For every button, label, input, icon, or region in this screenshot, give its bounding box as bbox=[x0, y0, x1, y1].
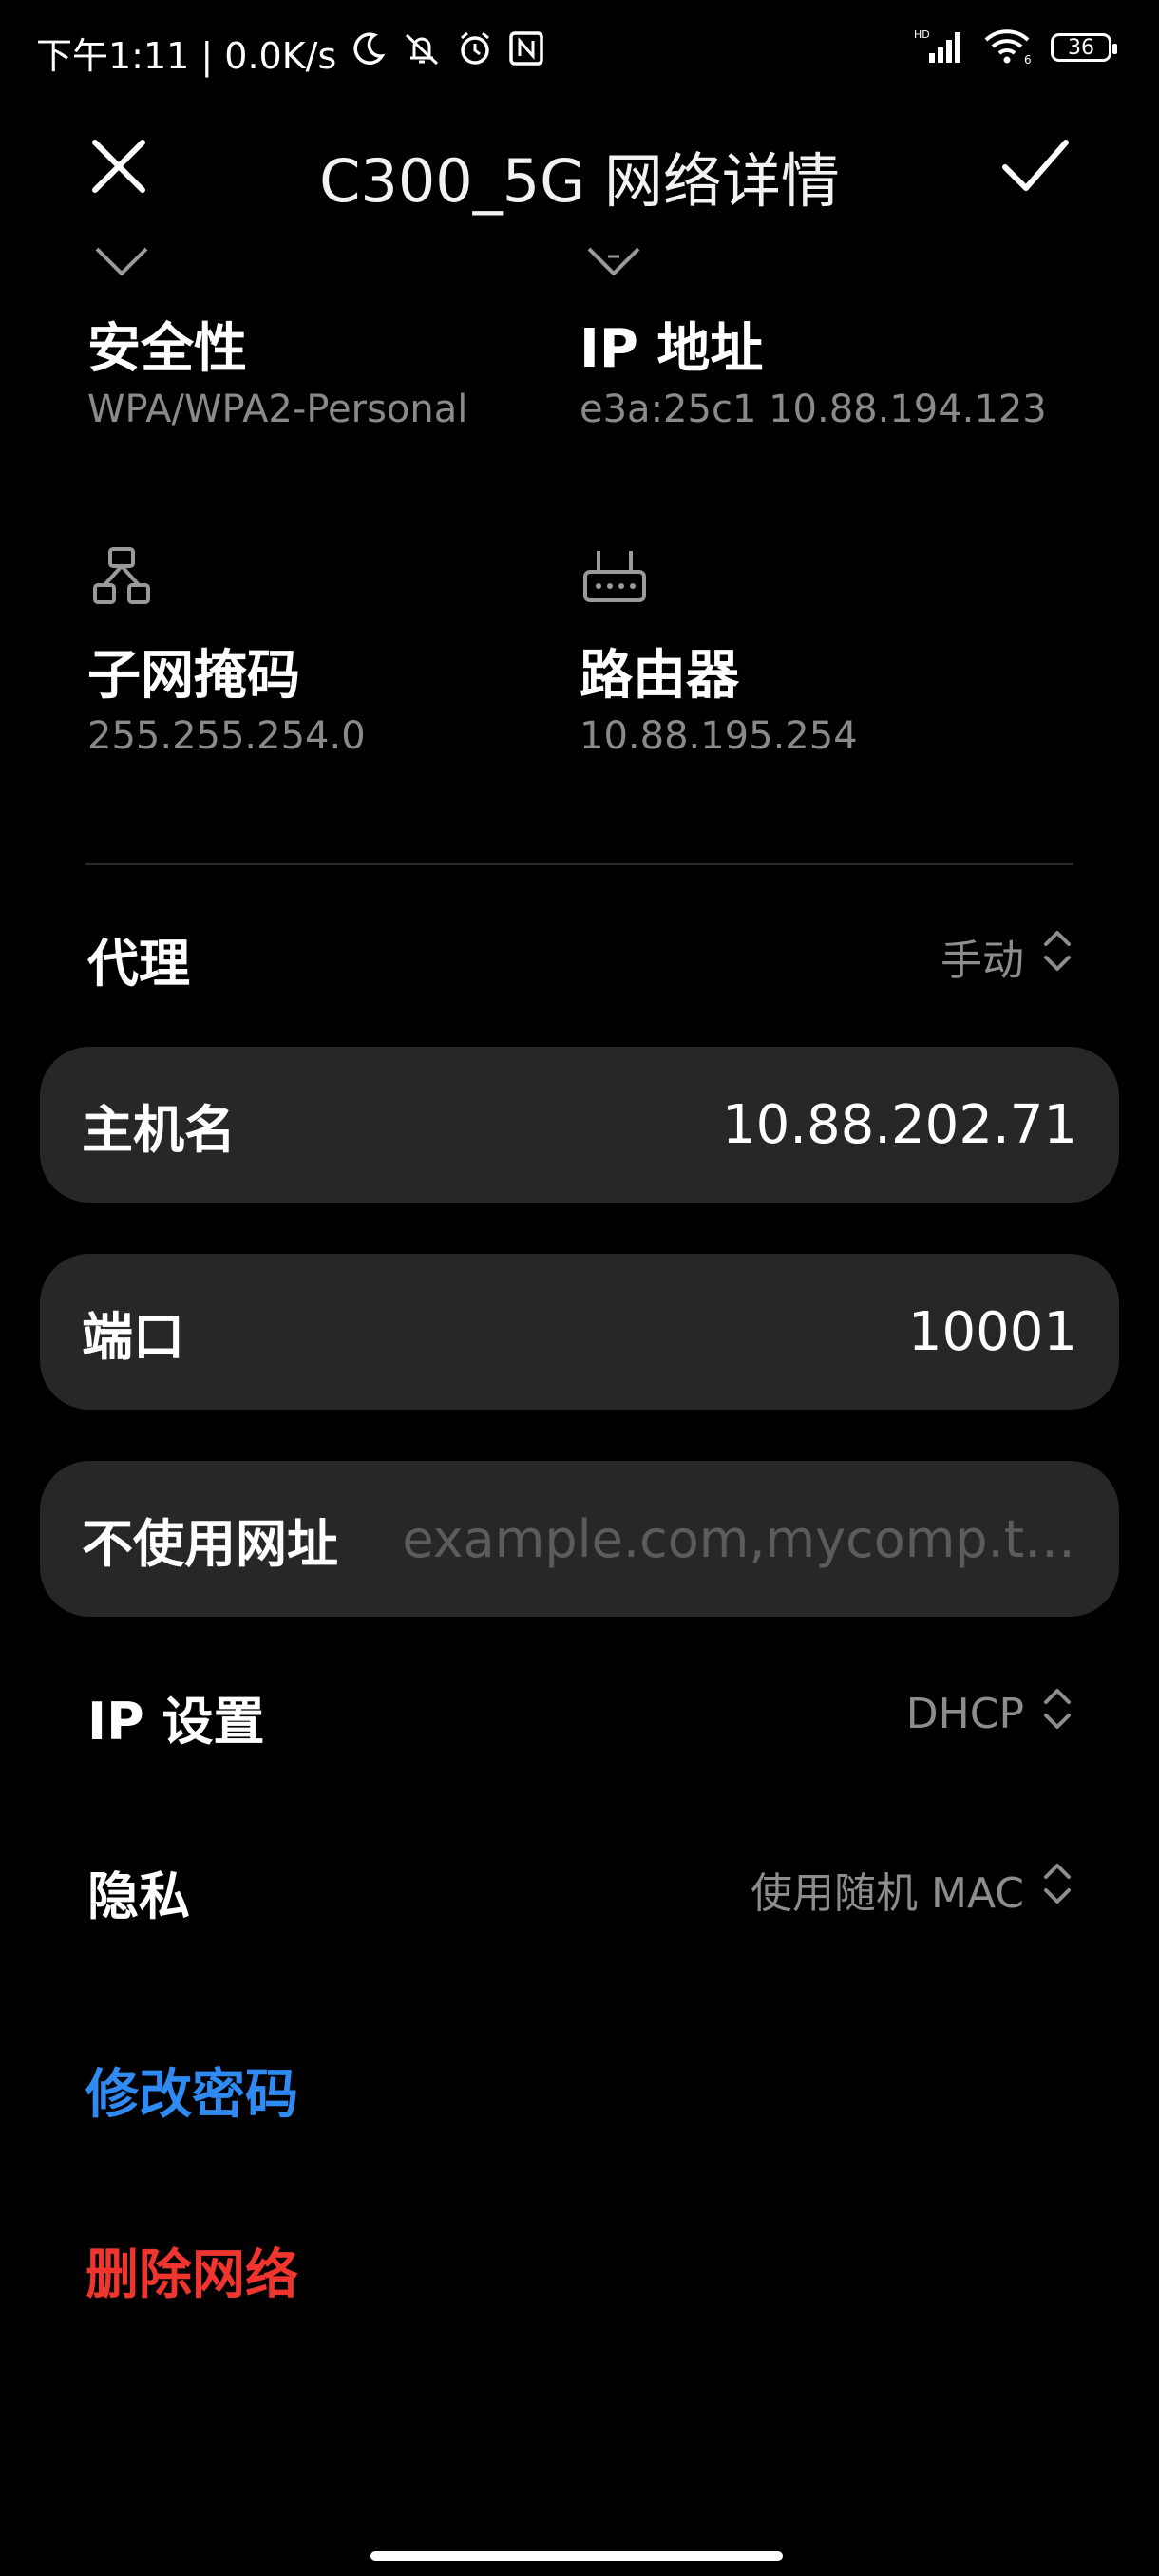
bypass-card[interactable]: 不使用网址 bbox=[40, 1461, 1119, 1617]
security-title: 安全性 bbox=[87, 318, 247, 380]
proxy-selector[interactable]: 手动 bbox=[940, 925, 1074, 987]
svg-text:6: 6 bbox=[1024, 53, 1032, 65]
router-value: 10.88.195.254 bbox=[580, 714, 858, 758]
moon-icon bbox=[350, 29, 388, 76]
bypass-label: 不使用网址 bbox=[82, 1513, 338, 1574]
confirm-button[interactable] bbox=[998, 133, 1074, 199]
status-time-speed: 下午1:11 | 0.0K/s bbox=[36, 35, 337, 77]
hostname-card[interactable]: 主机名 10.88.202.71 bbox=[40, 1047, 1119, 1203]
port-card[interactable]: 端口 10001 bbox=[40, 1254, 1119, 1410]
network-tree-icon bbox=[91, 545, 152, 606]
privacy-row[interactable]: 隐私 使用随机 MAC bbox=[0, 1845, 1159, 1930]
chevron-updown-icon bbox=[1041, 1858, 1074, 1920]
subnet-value: 255.255.254.0 bbox=[87, 714, 366, 758]
router-title: 路由器 bbox=[580, 645, 739, 707]
ip-value: e3a:25c1 10.88.194.123 bbox=[580, 388, 1047, 431]
check-icon bbox=[998, 140, 1074, 203]
privacy-value: 使用随机 MAC bbox=[750, 1868, 1024, 1918]
privacy-label: 隐私 bbox=[87, 1866, 190, 1926]
ip-settings-selector[interactable]: DHCP bbox=[906, 1683, 1074, 1745]
chevron-updown-icon bbox=[1041, 1683, 1074, 1745]
hostname-value[interactable]: 10.88.202.71 bbox=[722, 1094, 1077, 1156]
wifi-icon: 6 bbox=[982, 27, 1034, 68]
delete-network-link[interactable]: 删除网络 bbox=[86, 2232, 298, 2309]
hostname-label: 主机名 bbox=[82, 1099, 236, 1160]
proxy-value: 手动 bbox=[940, 936, 1024, 985]
status-bar-right: HD 6 36 bbox=[912, 27, 1117, 68]
privacy-selector[interactable]: 使用随机 MAC bbox=[750, 1858, 1074, 1920]
status-bar-left: 下午1:11 | 0.0K/s bbox=[36, 27, 545, 79]
security-value: WPA/WPA2-Personal bbox=[87, 388, 468, 431]
ip-settings-label: IP 设置 bbox=[87, 1692, 265, 1752]
port-label: 端口 bbox=[82, 1306, 184, 1367]
router-icon bbox=[581, 545, 648, 606]
section-divider bbox=[86, 863, 1074, 865]
signal-icon: HD bbox=[912, 27, 965, 68]
ip-title: IP 地址 bbox=[580, 318, 764, 380]
change-password-link[interactable]: 修改密码 bbox=[86, 2052, 298, 2129]
bypass-input[interactable] bbox=[370, 1507, 1077, 1570]
svg-text:HD: HD bbox=[914, 28, 930, 41]
ip-settings-value: DHCP bbox=[905, 1690, 1024, 1738]
subnet-title: 子网掩码 bbox=[87, 645, 300, 707]
chevron-updown-icon bbox=[1041, 925, 1074, 987]
battery-indicator: 36 bbox=[1051, 33, 1117, 62]
alarm-icon bbox=[456, 29, 494, 76]
proxy-label: 代理 bbox=[87, 934, 190, 994]
home-indicator[interactable] bbox=[370, 2551, 783, 2561]
page-title: C300_5G 网络详情 bbox=[319, 146, 840, 216]
proxy-row[interactable]: 代理 手动 bbox=[0, 912, 1159, 997]
battery-level: 36 bbox=[1068, 35, 1094, 60]
shield-icon bbox=[93, 245, 150, 279]
bell-muted-icon bbox=[401, 29, 443, 76]
nfc-icon bbox=[507, 29, 545, 76]
port-value[interactable]: 10001 bbox=[908, 1301, 1077, 1363]
ip-settings-row[interactable]: IP 设置 DHCP bbox=[0, 1670, 1159, 1755]
shield-icon bbox=[585, 245, 642, 279]
